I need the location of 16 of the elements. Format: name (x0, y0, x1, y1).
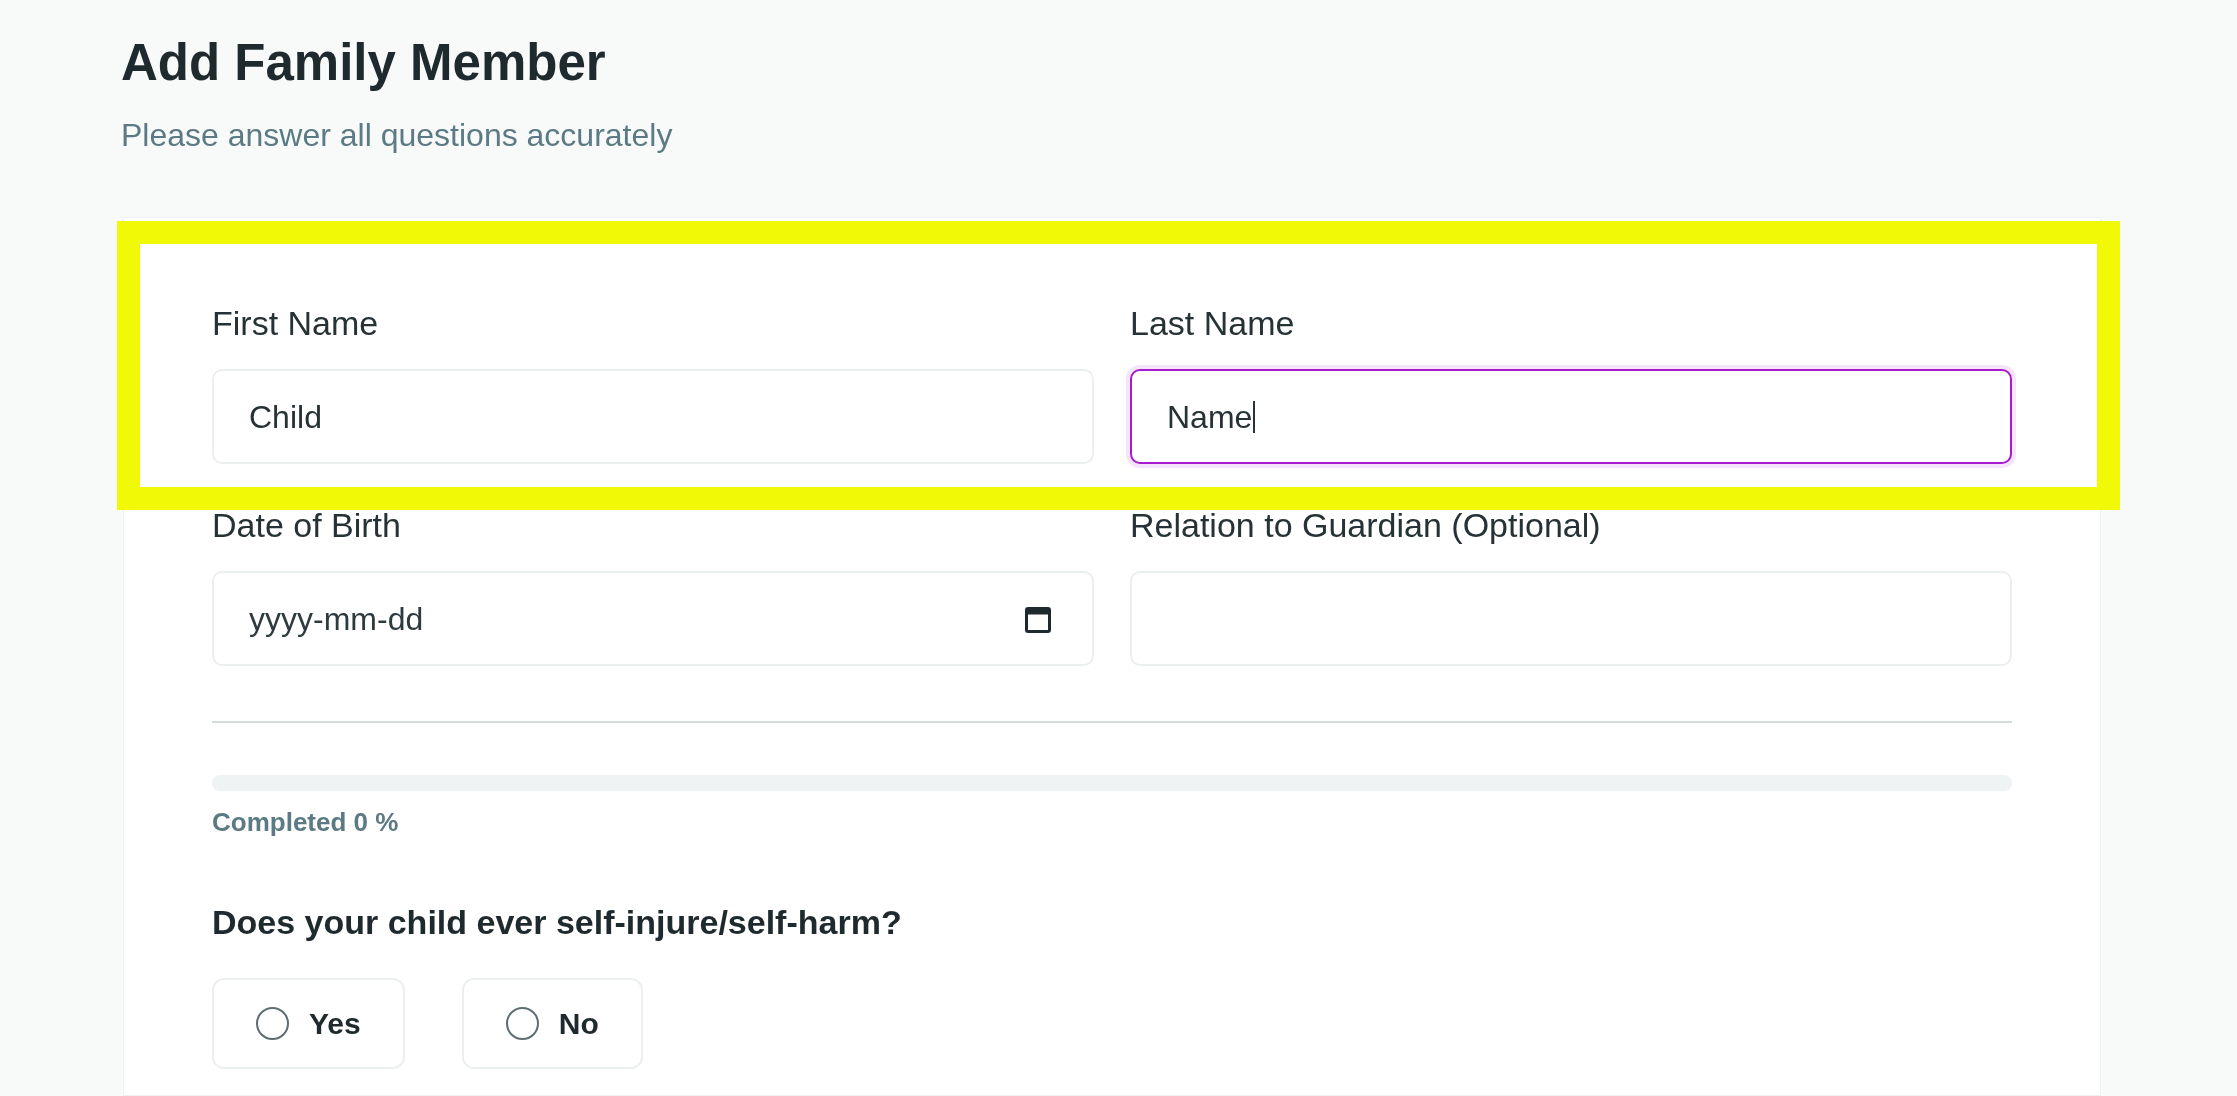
field-label: Date of Birth (212, 506, 401, 545)
text-field[interactable]: Child (212, 369, 1094, 464)
radio-option[interactable]: No (461, 978, 643, 1069)
radio-option[interactable]: Yes (212, 978, 405, 1069)
radio-icon[interactable] (256, 1007, 289, 1040)
field-label: Last Name (1130, 304, 1295, 343)
progress-label: Completed 0 % (212, 807, 399, 837)
radio-icon[interactable] (505, 1007, 539, 1040)
date-field[interactable]: yyyy-mm-dd (212, 571, 1094, 666)
calendar-icon[interactable] (1025, 604, 1051, 633)
text-caret (1253, 400, 1256, 433)
page-title: Add Family Member (121, 34, 606, 92)
field-label: Relation to Guardian (Optional) (1130, 506, 1601, 545)
question-text: Does your child ever self-injure/self-harm? (212, 903, 902, 942)
page-subtitle: Please answer all questions accurately (121, 117, 673, 153)
field-label: First Name (212, 304, 379, 343)
